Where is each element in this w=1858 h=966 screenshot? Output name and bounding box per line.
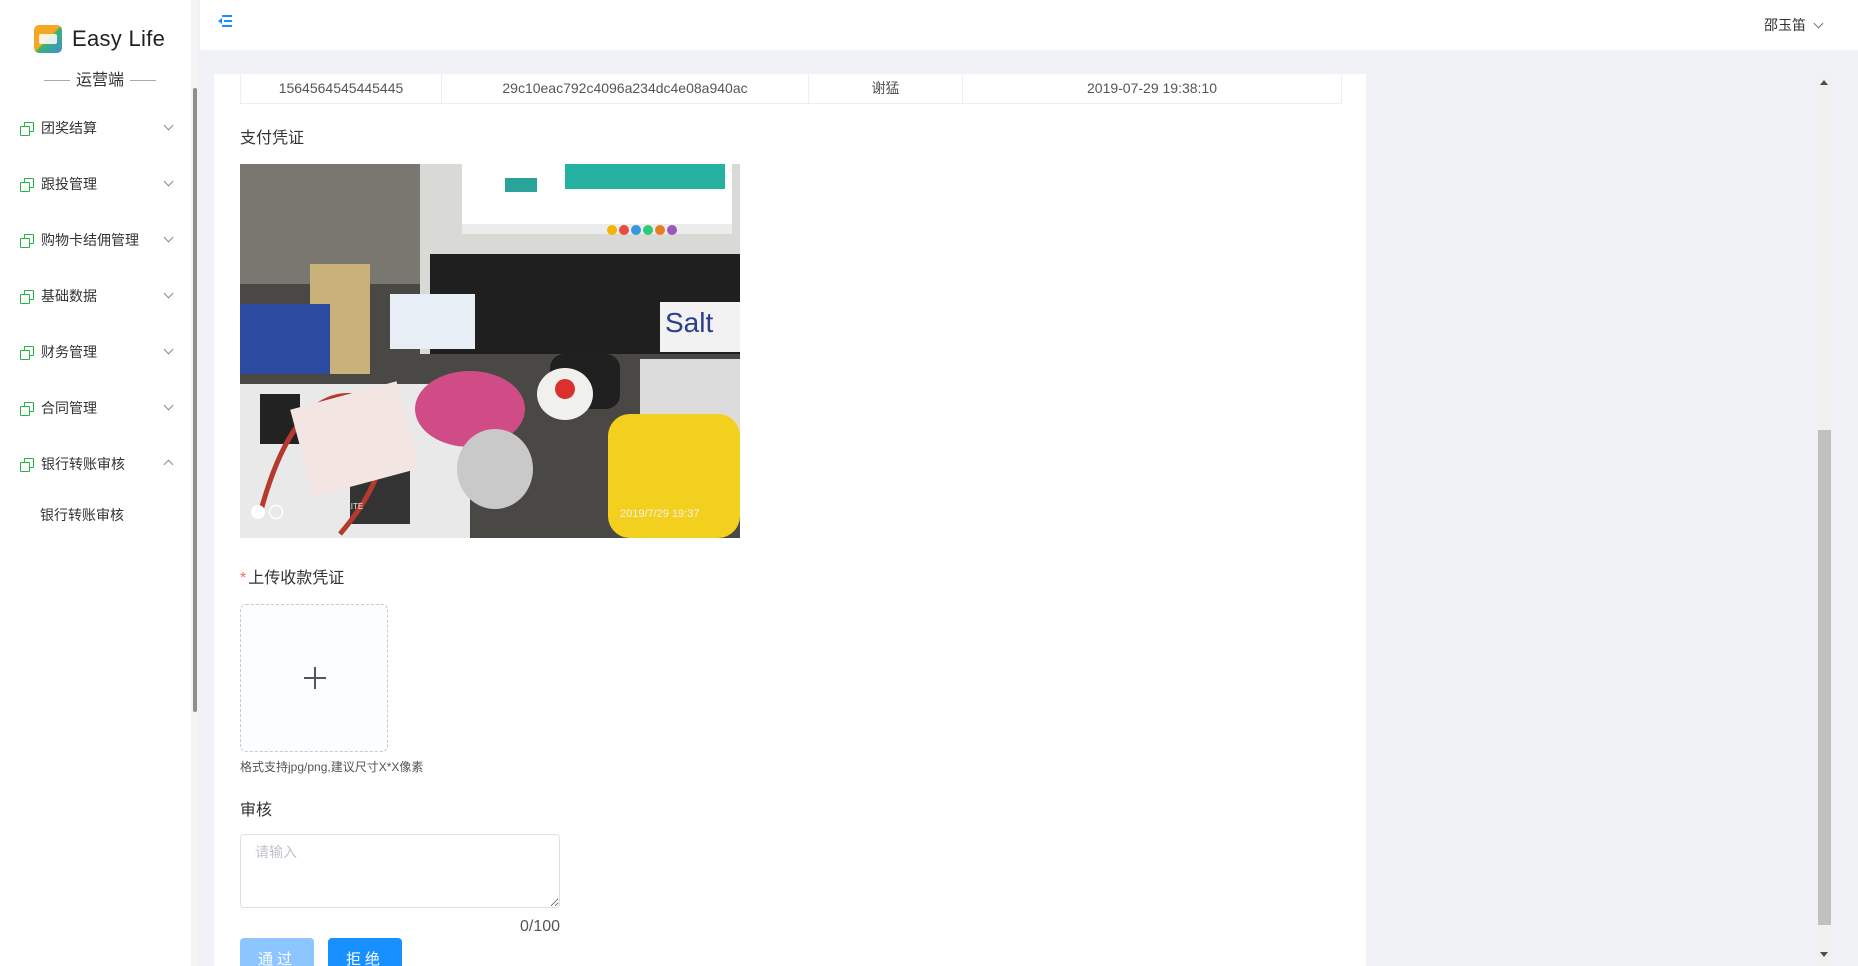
photo-watermark: SHOT ON MI 8 LITE bbox=[290, 502, 363, 511]
photo-watermark-2: AI DUAL CAMERA bbox=[290, 513, 349, 520]
sidebar-item-label: 银行转账审核 bbox=[41, 456, 125, 472]
main-content: 1564564545445445 29c10eac792c4096a234dc4… bbox=[214, 74, 1366, 966]
user-name: 邵玉笛 bbox=[1764, 17, 1806, 33]
chevron-down-icon bbox=[163, 176, 174, 187]
chevron-down-icon bbox=[163, 344, 174, 355]
chevron-down-icon bbox=[163, 120, 174, 131]
scroll-up-arrow-icon[interactable] bbox=[1820, 80, 1828, 85]
sidebar-item-label: 合同管理 bbox=[41, 400, 97, 416]
copy-icon bbox=[20, 121, 34, 136]
pass-button[interactable]: 通过 bbox=[240, 938, 314, 966]
review-textarea[interactable] bbox=[240, 834, 560, 908]
chevron-up-icon bbox=[163, 459, 174, 470]
user-menu[interactable]: 邵玉笛 bbox=[1764, 15, 1824, 35]
menu-fold-icon[interactable] bbox=[218, 15, 232, 28]
brand: Easy Life bbox=[34, 24, 165, 54]
sidebar-menu: 团奖结算 跟投管理 购物卡结佣管理 基础数据 财务管理 合同管理 银行转账审核 … bbox=[0, 100, 186, 538]
sidebar-item-bank-transfer[interactable]: 银行转账审核 bbox=[0, 436, 186, 492]
upload-label: * 上传收款凭证 bbox=[240, 564, 344, 588]
sidebar: Easy Life 运营端 团奖结算 跟投管理 购物卡结佣管理 基础数据 财务管… bbox=[0, 0, 192, 966]
upload-tip: 格式支持jpg/png,建议尺寸X*X像素 bbox=[240, 760, 424, 774]
sidebar-item-basic-data[interactable]: 基础数据 bbox=[0, 268, 186, 324]
sidebar-item-label: 购物卡结佣管理 bbox=[41, 232, 139, 248]
sidebar-item-contract[interactable]: 合同管理 bbox=[0, 380, 186, 436]
payment-proof-image[interactable]: Salt SHOT ON MI 8 LITE AI DUAL CAMERA 20… bbox=[240, 164, 740, 538]
copy-icon bbox=[20, 457, 34, 472]
table-cell: 1564564545445445 bbox=[241, 74, 442, 103]
copy-icon bbox=[20, 401, 34, 416]
sidebar-item-finance[interactable]: 财务管理 bbox=[0, 324, 186, 380]
sidebar-item-label: 财务管理 bbox=[41, 344, 97, 360]
submenu-item-bank-transfer-review[interactable]: 银行转账审核 bbox=[0, 492, 186, 538]
chevron-down-icon bbox=[163, 400, 174, 411]
required-mark: * bbox=[240, 570, 247, 587]
sidebar-item-label: 团奖结算 bbox=[41, 120, 97, 136]
table-cell: 29c10eac792c4096a234dc4e08a940ac bbox=[442, 74, 809, 103]
top-header: 邵玉笛 bbox=[200, 0, 1858, 50]
copy-icon bbox=[20, 345, 34, 360]
reject-button[interactable]: 拒绝 bbox=[328, 938, 402, 966]
sidebar-item-label: 跟投管理 bbox=[41, 176, 97, 192]
copy-icon bbox=[20, 233, 34, 248]
copy-icon bbox=[20, 177, 34, 192]
photo-sign-text: Salt bbox=[665, 307, 713, 338]
upload-label-text: 上传收款凭证 bbox=[248, 570, 345, 587]
scroll-down-arrow-icon[interactable] bbox=[1820, 952, 1828, 957]
page-scrollbar-thumb[interactable] bbox=[1818, 430, 1831, 925]
logo-icon bbox=[34, 25, 62, 53]
plus-icon bbox=[304, 667, 326, 689]
table-row: 1564564545445445 29c10eac792c4096a234dc4… bbox=[240, 74, 1342, 104]
char-counter: 0/100 bbox=[520, 918, 561, 935]
upload-button[interactable] bbox=[240, 604, 388, 752]
brand-name: Easy Life bbox=[72, 26, 166, 51]
chevron-down-icon bbox=[163, 288, 174, 299]
table-cell: 2019-07-29 19:38:10 bbox=[1087, 80, 1217, 96]
sidebar-item-team-bonus[interactable]: 团奖结算 bbox=[0, 100, 186, 156]
chevron-down-icon bbox=[1813, 18, 1824, 28]
payment-proof-label: 支付凭证 bbox=[240, 130, 305, 147]
sidebar-item-label: 基础数据 bbox=[41, 288, 97, 304]
photo-timestamp: 2019/7/29 19:37 bbox=[620, 508, 700, 520]
brand-subtitle: 运营端 bbox=[0, 66, 200, 90]
table-cell: 谢猛 bbox=[809, 74, 963, 103]
subtitle-text: 运营端 bbox=[75, 72, 124, 89]
review-label: 审核 bbox=[240, 802, 273, 819]
sidebar-scrollbar-thumb[interactable] bbox=[193, 88, 197, 712]
copy-icon bbox=[20, 289, 34, 304]
sidebar-item-shopping-card[interactable]: 购物卡结佣管理 bbox=[0, 212, 186, 268]
chevron-down-icon bbox=[163, 232, 174, 243]
sidebar-item-follow-invest[interactable]: 跟投管理 bbox=[0, 156, 186, 212]
